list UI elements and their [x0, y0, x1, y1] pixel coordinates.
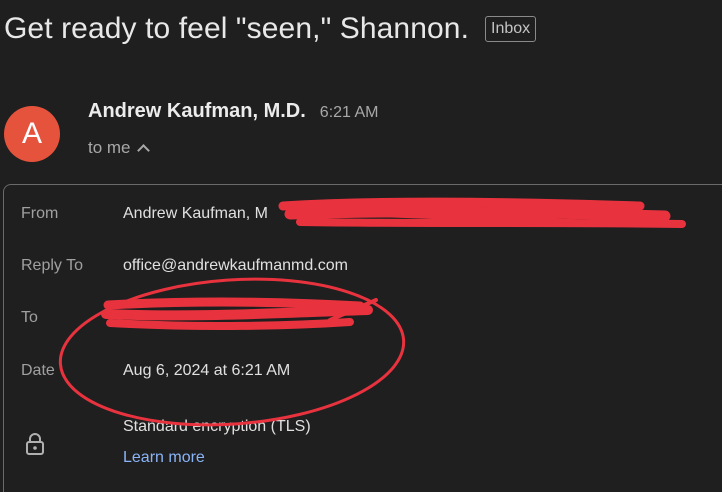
- date-label: Date: [21, 362, 55, 379]
- recipient-toggle[interactable]: to me: [88, 138, 150, 158]
- sender-name[interactable]: Andrew Kaufman, M.D.: [88, 100, 306, 123]
- sent-time: 6:21 AM: [319, 104, 379, 121]
- lock-icon: [26, 433, 44, 455]
- to-label: To: [21, 309, 38, 326]
- sender-avatar[interactable]: A: [4, 106, 60, 162]
- sender-row: Andrew Kaufman, M.D. 6:21 AM: [88, 100, 379, 123]
- inbox-label-chip[interactable]: Inbox: [485, 16, 537, 42]
- from-label: From: [21, 205, 59, 222]
- reply-to-label: Reply To: [21, 257, 83, 274]
- learn-more-link[interactable]: Learn more: [123, 449, 205, 467]
- message-details-panel: [3, 184, 722, 492]
- chevron-up-icon: [136, 143, 150, 157]
- email-subject: Get ready to feel "seen," Shannon.: [4, 12, 470, 45]
- from-value: Andrew Kaufman, M: [123, 205, 268, 222]
- date-value: Aug 6, 2024 at 6:21 AM: [123, 362, 291, 379]
- subject-row: Get ready to feel "seen," Shannon. Inbox: [4, 12, 537, 46]
- encryption-status: Standard encryption (TLS): [123, 418, 311, 435]
- reply-to-value[interactable]: office@andrewkaufmanmd.com: [123, 257, 348, 275]
- email-view: Get ready to feel "seen," Shannon. Inbox…: [0, 0, 722, 492]
- recipient-summary: to me: [88, 138, 131, 157]
